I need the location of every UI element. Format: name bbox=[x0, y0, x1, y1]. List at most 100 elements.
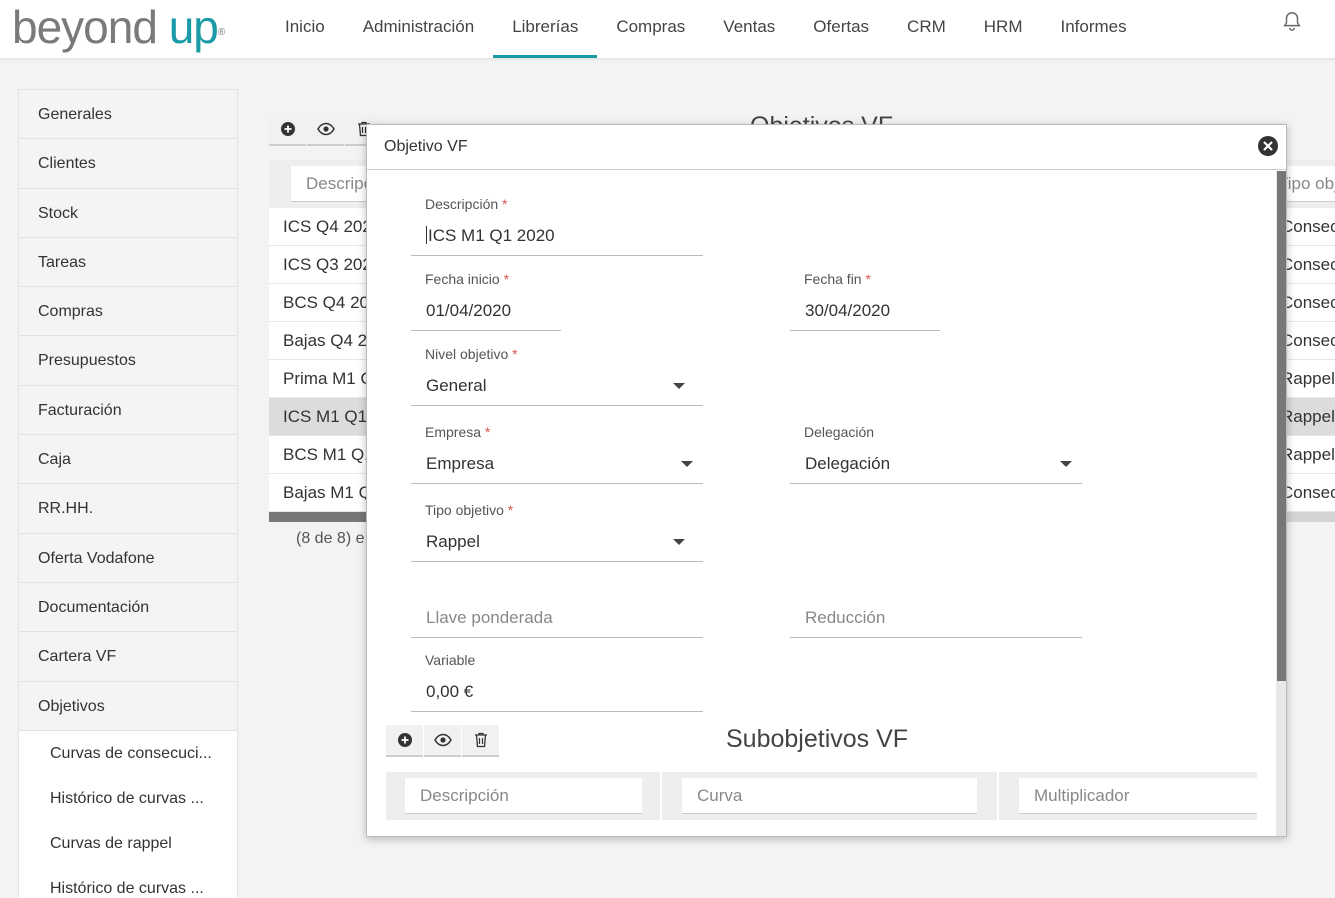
fecha-inicio-input[interactable]: 01/04/2020 bbox=[411, 291, 561, 331]
empresa-select[interactable]: Empresa bbox=[411, 444, 703, 484]
nav-item-librerias[interactable]: Librerías bbox=[493, 0, 598, 58]
nav-item-inicio[interactable]: Inicio bbox=[266, 0, 344, 58]
cell-type: Consecución bbox=[1281, 255, 1335, 274]
chevron-down-icon bbox=[681, 461, 693, 467]
logo-text-up: up bbox=[168, 1, 219, 53]
sidebar-item-compras[interactable]: Compras bbox=[19, 287, 237, 337]
subobjetivos-toolbar bbox=[386, 725, 500, 757]
scrollbar-thumb[interactable] bbox=[269, 512, 379, 522]
delegacion-field: Delegación Delegación bbox=[790, 424, 1082, 484]
dialog-body: Descripción * ICS M1 Q1 2020 Fecha inici… bbox=[367, 171, 1276, 836]
objetivo-vf-dialog: Objetivo VF Descripción * ICS M1 Q1 2020… bbox=[366, 124, 1287, 837]
llave-ponderada-field: Llave ponderada bbox=[411, 598, 703, 638]
descripcion-input[interactable]: ICS M1 Q1 2020 bbox=[411, 216, 703, 256]
plus-circle-icon bbox=[397, 733, 412, 747]
tipo-objetivo-select[interactable]: Rappel bbox=[411, 522, 703, 562]
fecha-fin-input[interactable]: 30/04/2020 bbox=[790, 291, 940, 331]
sidebar-item-caja[interactable]: Caja bbox=[19, 435, 237, 485]
sidebar-item-clientes[interactable]: Clientes bbox=[19, 139, 237, 189]
subobjetivos-filter-row: Descripción Curva Multiplicador bbox=[386, 772, 1257, 820]
sidebar-item-rrhh[interactable]: RR.HH. bbox=[19, 484, 237, 534]
cell-type: Rappel bbox=[1281, 445, 1335, 464]
nav-item-administracion[interactable]: Administración bbox=[344, 0, 494, 58]
fecha-fin-label: Fecha fin * bbox=[804, 271, 871, 287]
sub-curva-filter[interactable]: Curva bbox=[682, 778, 977, 814]
chevron-down-icon bbox=[673, 539, 685, 545]
cell-type: Consecución bbox=[1281, 217, 1335, 236]
chevron-down-icon bbox=[1060, 461, 1072, 467]
descripcion-field: Descripción * ICS M1 Q1 2020 bbox=[411, 196, 703, 256]
nav-item-ofertas[interactable]: Ofertas bbox=[794, 0, 888, 58]
nav-item-hrm[interactable]: HRM bbox=[965, 0, 1042, 58]
nivel-objetivo-label: Nivel objetivo * bbox=[425, 346, 518, 362]
bell-icon[interactable] bbox=[1281, 9, 1303, 33]
sidebar-item-tareas[interactable]: Tareas bbox=[19, 237, 237, 288]
tipo-objetivo-field: Tipo objetivo * Rappel bbox=[411, 502, 703, 562]
cell-type: Consecución bbox=[1281, 293, 1335, 312]
plus-circle-icon bbox=[280, 122, 295, 136]
variable-input[interactable]: 0,00 € bbox=[411, 672, 703, 712]
variable-label: Variable bbox=[425, 652, 476, 668]
view-button[interactable] bbox=[307, 114, 344, 146]
empresa-field: Empresa * Empresa bbox=[411, 424, 703, 484]
sidebar-item-stock[interactable]: Stock bbox=[19, 188, 237, 238]
eye-icon bbox=[316, 122, 335, 136]
cell-type: Rappel bbox=[1281, 369, 1335, 388]
reduccion-input[interactable]: Reducción bbox=[790, 598, 1082, 638]
subobjetivos-title: Subobjetivos VF bbox=[726, 725, 909, 753]
nav-item-informes[interactable]: Informes bbox=[1041, 0, 1145, 58]
sidebar-item-documentacion[interactable]: Documentación bbox=[19, 582, 237, 633]
trash-icon bbox=[474, 732, 487, 748]
sidebar-item-presupuestos[interactable]: Presupuestos bbox=[19, 336, 237, 386]
text-cursor bbox=[426, 226, 427, 244]
sidebar-item-objetivos[interactable]: Objetivos bbox=[19, 681, 237, 731]
required-mark: * bbox=[865, 271, 871, 287]
cell-type: Consecución bbox=[1281, 483, 1335, 502]
sidebar-subitem-historico-curvas-2[interactable]: Histórico de curvas ... bbox=[19, 865, 237, 898]
llave-ponderada-input[interactable]: Llave ponderada bbox=[411, 598, 703, 638]
cell-type: Rappel bbox=[1281, 407, 1335, 426]
required-mark: * bbox=[502, 196, 508, 212]
logo-registered-mark: ® bbox=[217, 27, 225, 38]
sidebar-item-cartera-vf[interactable]: Cartera VF bbox=[19, 632, 237, 682]
main-nav: Inicio Administración Librerías Compras … bbox=[266, 0, 1146, 58]
add-button[interactable] bbox=[269, 114, 306, 146]
logo-text-beyond: beyond bbox=[12, 1, 169, 53]
nivel-objetivo-select[interactable]: General bbox=[411, 366, 703, 406]
sub-add-button[interactable] bbox=[386, 725, 423, 757]
sub-delete-button[interactable] bbox=[462, 725, 499, 757]
sidebar-item-facturacion[interactable]: Facturación bbox=[19, 385, 237, 436]
required-mark: * bbox=[484, 424, 491, 440]
sidebar-subitem-historico-curvas-1[interactable]: Histórico de curvas ... bbox=[19, 775, 237, 821]
sub-multiplicador-filter[interactable]: Multiplicador bbox=[1019, 778, 1257, 814]
chevron-down-icon bbox=[673, 383, 685, 389]
app-logo[interactable]: beyond up® bbox=[12, 1, 225, 53]
sidebar-subitem-curvas-rappel[interactable]: Curvas de rappel bbox=[19, 820, 237, 866]
sidebar-subitem-curvas-consecucion[interactable]: Curvas de consecuci... bbox=[19, 730, 237, 776]
nav-item-compras[interactable]: Compras bbox=[597, 0, 704, 58]
close-icon[interactable] bbox=[1257, 135, 1279, 157]
dialog-title: Objetivo VF bbox=[367, 125, 1286, 170]
dialog-vertical-scrollbar[interactable] bbox=[1276, 171, 1286, 836]
variable-field: Variable 0,00 € bbox=[411, 652, 703, 712]
column-separator bbox=[660, 772, 662, 820]
fecha-inicio-label: Fecha inicio * bbox=[425, 271, 510, 287]
delegacion-label: Delegación bbox=[804, 424, 875, 440]
tipo-objetivo-label: Tipo objetivo * bbox=[425, 502, 514, 518]
fecha-inicio-field: Fecha inicio * 01/04/2020 bbox=[411, 271, 561, 331]
required-mark: * bbox=[512, 346, 518, 362]
nav-item-crm[interactable]: CRM bbox=[888, 0, 965, 58]
sub-description-filter[interactable]: Descripción bbox=[405, 778, 642, 814]
delegacion-select[interactable]: Delegación bbox=[790, 444, 1082, 484]
required-mark: * bbox=[507, 502, 514, 518]
required-mark: * bbox=[503, 271, 510, 287]
nivel-objetivo-field: Nivel objetivo * General bbox=[411, 346, 703, 406]
sidebar-item-oferta-vodafone[interactable]: Oferta Vodafone bbox=[19, 533, 237, 583]
nav-item-ventas[interactable]: Ventas bbox=[704, 0, 794, 58]
descripcion-label: Descripción * bbox=[425, 196, 508, 212]
sub-view-button[interactable] bbox=[424, 725, 461, 757]
scrollbar-thumb[interactable] bbox=[1277, 171, 1286, 681]
sidebar-item-generales[interactable]: Generales bbox=[19, 90, 237, 140]
column-separator bbox=[997, 772, 999, 820]
empresa-label: Empresa * bbox=[425, 424, 491, 440]
